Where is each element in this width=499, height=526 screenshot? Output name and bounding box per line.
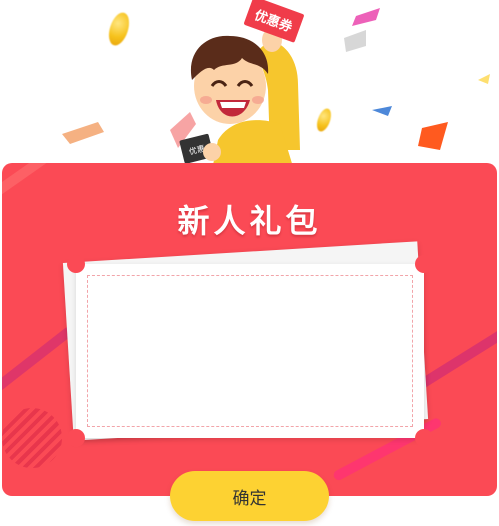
ticket-notch bbox=[67, 255, 85, 273]
ticket-notch bbox=[67, 429, 85, 447]
coupon-ticket bbox=[67, 255, 433, 447]
mascot-illustration: 优惠券 优惠 bbox=[179, 0, 304, 170]
ticket-notch bbox=[415, 255, 433, 273]
ticket-notch bbox=[415, 429, 433, 447]
new-user-gift-popup: 优惠券 优惠 新人礼包 确定 bbox=[0, 0, 499, 526]
dialog-title: 新人礼包 bbox=[177, 202, 322, 240]
confirm-button[interactable]: 确定 bbox=[170, 471, 329, 521]
ticket-dashed-border bbox=[87, 275, 413, 427]
decor-stripe bbox=[2, 325, 75, 401]
decor-circle bbox=[2, 408, 62, 468]
